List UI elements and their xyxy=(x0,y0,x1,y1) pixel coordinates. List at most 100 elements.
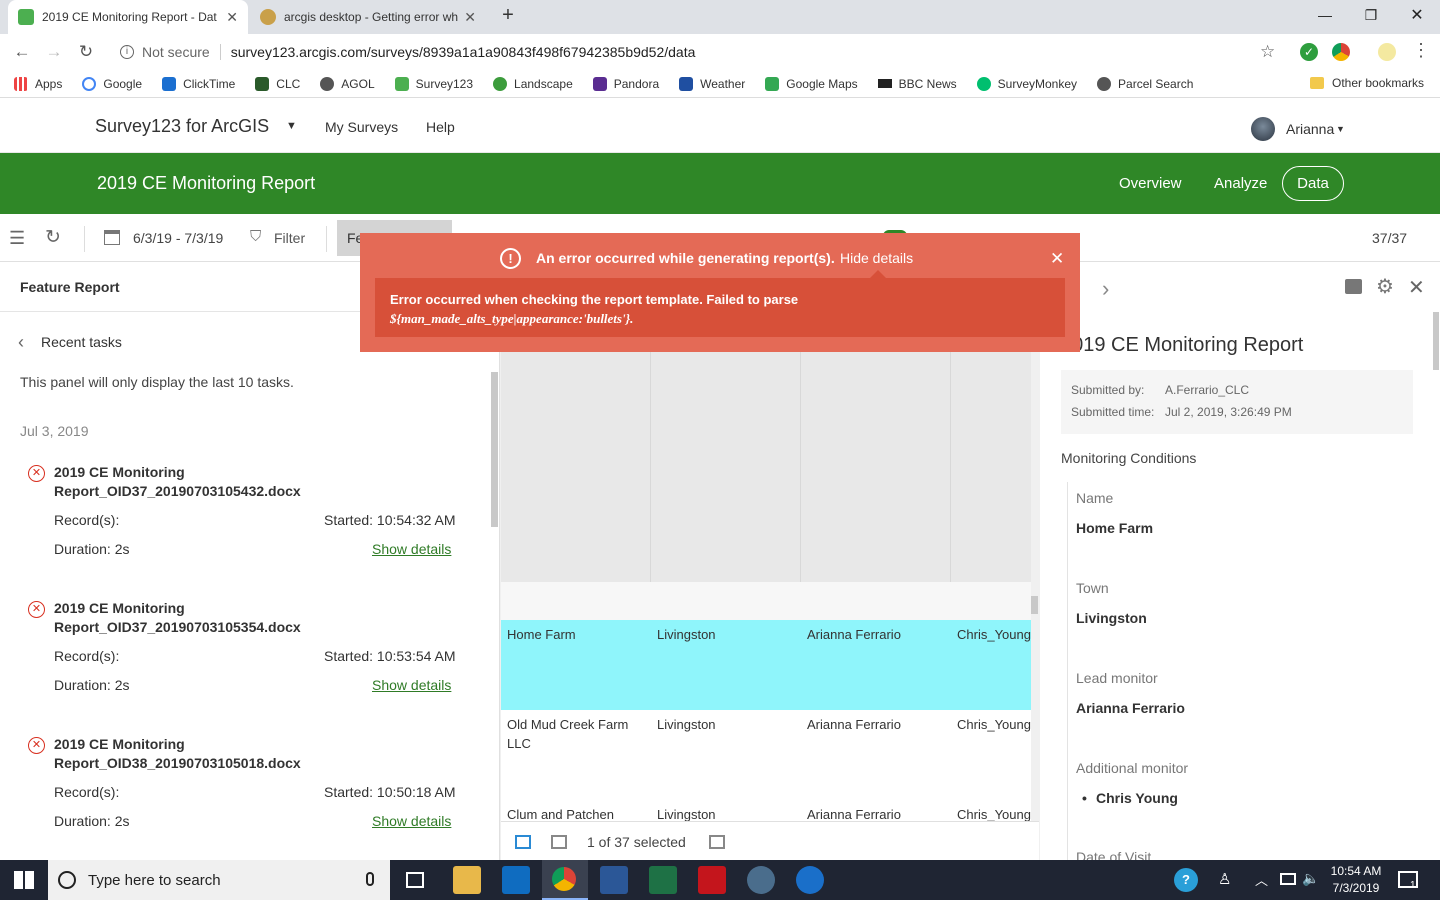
outlook-icon[interactable] xyxy=(502,866,530,894)
info-icon[interactable]: i xyxy=(120,45,134,59)
table-view-icon[interactable] xyxy=(515,835,531,849)
tab-data[interactable]: Data xyxy=(1282,166,1344,201)
extension-check-icon[interactable]: ✓ xyxy=(1300,43,1318,61)
bookmark-pandora[interactable]: Pandora xyxy=(592,76,659,91)
bookmark-label: SurveyMonkey xyxy=(997,76,1078,91)
search-box[interactable]: Type here to search xyxy=(48,860,390,900)
table-row[interactable]: Clum and Patchen Livingston Arianna Ferr… xyxy=(501,800,1031,821)
back-icon[interactable]: ← xyxy=(10,40,34,64)
menu-icon[interactable]: ☰ xyxy=(9,228,25,249)
table-row[interactable]: Home Farm Livingston Arianna Ferrario Ch… xyxy=(501,620,1031,710)
list-view-icon[interactable] xyxy=(551,835,567,849)
bookmark-parcel-search[interactable]: Parcel Search xyxy=(1097,76,1193,91)
task-view-icon[interactable] xyxy=(406,872,424,888)
url-text[interactable]: survey123.arcgis.com/surveys/8939a1a1a90… xyxy=(231,44,696,60)
filter-icon[interactable]: ⛉ xyxy=(250,228,261,245)
tab-overview[interactable]: Overview xyxy=(1119,153,1182,214)
back-to-recent-tasks[interactable]: Recent tasks xyxy=(41,334,122,350)
windows-start-icon[interactable] xyxy=(14,871,34,889)
network-icon[interactable] xyxy=(1280,873,1296,885)
chevron-down-icon[interactable]: ▼ xyxy=(1336,124,1345,134)
close-icon[interactable]: ✕ xyxy=(1050,249,1064,269)
columns-icon[interactable] xyxy=(709,835,725,849)
task-date: Jul 3, 2019 xyxy=(20,423,89,439)
chrome-taskbar-active[interactable] xyxy=(542,860,588,900)
minimize-button[interactable]: — xyxy=(1302,0,1348,30)
bookmark-clc[interactable]: CLC xyxy=(255,76,300,91)
bookmark-google-maps[interactable]: Google Maps xyxy=(765,76,858,91)
user-name[interactable]: Arianna xyxy=(1286,121,1334,137)
bookmark-google[interactable]: Google xyxy=(82,76,142,91)
omnibox[interactable]: i Not secure survey123.arcgis.com/survey… xyxy=(110,38,1290,66)
chevron-up-icon[interactable]: ︿ xyxy=(1255,870,1268,889)
nav-my-surveys[interactable]: My Surveys xyxy=(325,119,398,135)
show-details-link[interactable]: Show details xyxy=(372,677,451,693)
bookmark-bbc-news[interactable]: BBC News xyxy=(877,77,957,91)
profile-icon[interactable] xyxy=(1378,43,1396,61)
grid-scrollbar[interactable] xyxy=(1031,596,1038,614)
scrollbar[interactable] xyxy=(491,372,498,527)
chevron-right-icon[interactable]: › xyxy=(1102,276,1109,302)
bookmark-apps[interactable]: Apps xyxy=(14,76,62,91)
other-bookmarks-label: Other bookmarks xyxy=(1332,76,1425,90)
help-icon[interactable]: ? xyxy=(1174,868,1198,892)
forward-icon[interactable]: → xyxy=(42,40,66,64)
records-label: Record(s): xyxy=(54,512,120,528)
bookmark-clicktime[interactable]: ClickTime xyxy=(162,76,235,91)
acrobat-icon[interactable] xyxy=(698,866,726,894)
close-tab-icon[interactable]: ✕ xyxy=(226,9,238,26)
clock-date[interactable]: 7/3/2019 xyxy=(1330,881,1382,895)
bookmark-weather[interactable]: Weather xyxy=(679,76,745,91)
hide-details-link[interactable]: Hide details xyxy=(840,250,913,266)
word-icon[interactable] xyxy=(600,866,628,894)
volume-icon[interactable]: 🔈 xyxy=(1302,870,1319,887)
other-bookmarks[interactable]: Other bookmarks xyxy=(1310,76,1424,90)
table-row[interactable]: Old Mud Creek Farm LLC Livingston Ariann… xyxy=(501,710,1031,800)
nav-help[interactable]: Help xyxy=(426,119,455,135)
maximize-button[interactable]: ❐ xyxy=(1348,0,1394,30)
chevron-down-icon[interactable]: ▼ xyxy=(286,120,297,132)
tab-stackexchange[interactable]: arcgis desktop - Getting error wh ✕ xyxy=(250,0,486,34)
close-window-button[interactable]: ✕ xyxy=(1394,0,1440,30)
refresh-icon[interactable]: ↻ xyxy=(45,226,61,249)
survey-bar: 2019 CE Monitoring Report Overview Analy… xyxy=(0,153,1440,214)
clock-time[interactable]: 10:54 AM xyxy=(1330,864,1382,878)
app-name[interactable]: Survey123 for ArcGIS xyxy=(95,116,269,137)
arcgis-pro-icon[interactable] xyxy=(796,866,824,894)
filter-button[interactable]: Filter xyxy=(274,230,305,246)
bookmark-surveymonkey[interactable]: SurveyMonkey xyxy=(976,76,1078,91)
show-details-link[interactable]: Show details xyxy=(372,813,451,829)
arcgis-icon[interactable] xyxy=(747,866,775,894)
calendar-icon[interactable] xyxy=(104,230,120,245)
avatar[interactable] xyxy=(1251,117,1275,141)
bookmark-agol[interactable]: AGOL xyxy=(320,76,375,91)
pandora-icon xyxy=(592,76,607,91)
chevron-left-icon[interactable]: ‹ xyxy=(18,332,24,353)
bookmark-star-icon[interactable]: ☆ xyxy=(1260,42,1275,62)
microphone-icon[interactable] xyxy=(366,872,374,886)
bookmark-landscape[interactable]: Landscape xyxy=(493,76,573,91)
show-details-link[interactable]: Show details xyxy=(372,541,451,557)
file-explorer-icon[interactable] xyxy=(453,866,481,894)
bookmark-survey123[interactable]: Survey123 xyxy=(394,76,473,91)
tab-survey123[interactable]: 2019 CE Monitoring Report - Dat ✕ xyxy=(8,0,248,34)
date-range[interactable]: 6/3/19 - 7/3/19 xyxy=(133,230,223,246)
print-icon[interactable] xyxy=(1345,279,1362,294)
notification-count: 1 xyxy=(1410,880,1416,891)
new-tab-button[interactable]: + xyxy=(494,4,522,30)
search-icon xyxy=(58,871,76,889)
gear-icon[interactable]: ⚙ xyxy=(1376,274,1394,299)
tab-analyze[interactable]: Analyze xyxy=(1214,153,1267,214)
bbc-icon xyxy=(877,79,892,88)
survey123-favicon-icon xyxy=(18,9,34,25)
close-tab-icon[interactable]: ✕ xyxy=(464,9,476,26)
close-icon[interactable]: ✕ xyxy=(1408,275,1425,300)
reload-icon[interactable]: ↻ xyxy=(74,40,98,64)
panel-scrollbar[interactable] xyxy=(1433,312,1439,370)
landscape-leaf-icon xyxy=(493,76,508,91)
chrome-menu-icon[interactable]: ⋮ xyxy=(1412,40,1430,61)
started-time: Started: 10:50:18 AM xyxy=(324,784,456,800)
extension-chrome-icon[interactable] xyxy=(1332,43,1350,61)
excel-icon[interactable] xyxy=(649,866,677,894)
people-icon[interactable]: ♙ xyxy=(1218,870,1231,888)
